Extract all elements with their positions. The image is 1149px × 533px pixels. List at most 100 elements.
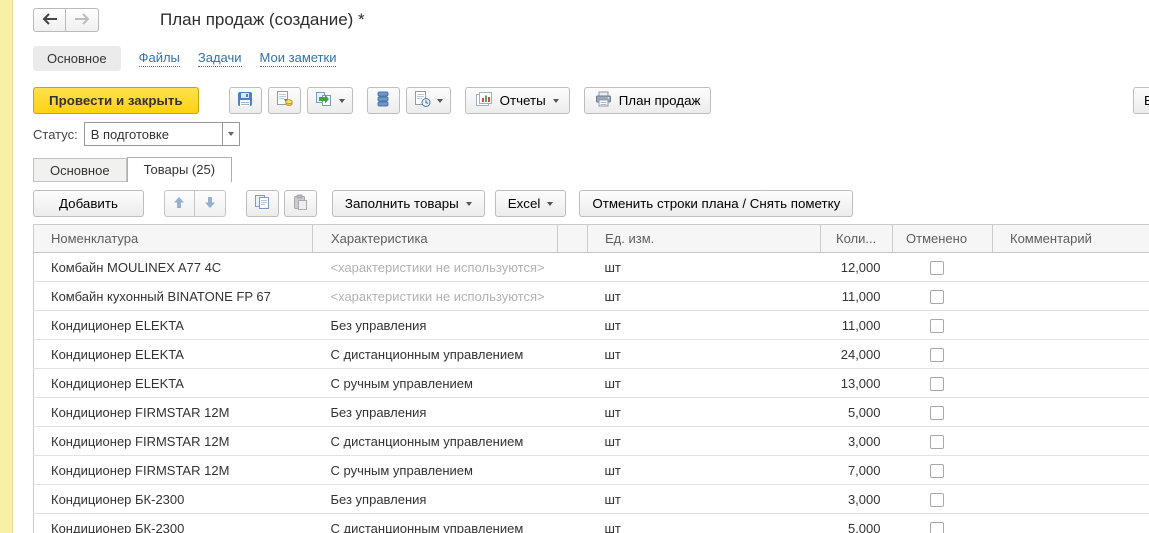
cell-quantity[interactable]: 5,000	[821, 398, 893, 427]
column-header-comment[interactable]: Комментарий	[993, 225, 1149, 253]
cell-characteristic[interactable]: <характеристики не используются>	[313, 282, 558, 311]
cell-quantity[interactable]: 3,000	[821, 485, 893, 514]
cell-unit[interactable]: шт	[588, 398, 821, 427]
copy-button[interactable]	[246, 190, 279, 217]
cancelled-checkbox[interactable]	[930, 290, 944, 304]
cell-nomenclature[interactable]: Кондиционер БК-2300	[34, 514, 313, 533]
cell-quantity[interactable]: 11,000	[821, 311, 893, 340]
column-header-unit[interactable]: Ед. изм.	[588, 225, 821, 253]
cell-comment[interactable]	[993, 485, 1149, 514]
cell-characteristic[interactable]: С ручным управлением	[313, 456, 558, 485]
table-row[interactable]: Кондиционер БК-2300 С дистанционным упра…	[34, 514, 1149, 533]
navtab-zadachi[interactable]: Задачи	[198, 50, 242, 67]
table-row[interactable]: Кондиционер FIRMSTAR 12M С ручным управл…	[34, 456, 1149, 485]
table-row[interactable]: Кондиционер FIRMSTAR 12M Без управления …	[34, 398, 1149, 427]
table-row[interactable]: Комбайн MOULINEX A77 4C <характеристики …	[34, 253, 1149, 282]
cell-nomenclature[interactable]: Кондиционер ELEKTA	[34, 369, 313, 398]
cancelled-checkbox[interactable]	[930, 406, 944, 420]
cancelled-checkbox[interactable]	[930, 464, 944, 478]
move-up-button[interactable]	[164, 190, 195, 217]
cancelled-checkbox[interactable]	[930, 319, 944, 333]
cell-unit[interactable]: шт	[588, 311, 821, 340]
table-row[interactable]: Кондиционер FIRMSTAR 12M С дистанционным…	[34, 427, 1149, 456]
cell-quantity[interactable]: 12,000	[821, 253, 893, 282]
cancelled-checkbox[interactable]	[930, 377, 944, 391]
cell-nomenclature[interactable]: Кондиционер FIRMSTAR 12M	[34, 427, 313, 456]
cell-comment[interactable]	[993, 311, 1149, 340]
cell-characteristic[interactable]: Без управления	[313, 485, 558, 514]
navtab-faily[interactable]: Файлы	[139, 50, 180, 67]
cell-comment[interactable]	[993, 427, 1149, 456]
cell-comment[interactable]	[993, 398, 1149, 427]
cell-nomenclature[interactable]: Комбайн кухонный BINATONE FP 67	[34, 282, 313, 311]
table-row[interactable]: Кондиционер ELEKTA С ручным управлением …	[34, 369, 1149, 398]
cancelled-checkbox[interactable]	[930, 435, 944, 449]
cell-quantity[interactable]: 13,000	[821, 369, 893, 398]
print-plan-button[interactable]: План продаж	[584, 87, 712, 114]
cell-nomenclature[interactable]: Кондиционер ELEKTA	[34, 340, 313, 369]
cell-quantity[interactable]: 5,000	[821, 514, 893, 533]
cell-quantity[interactable]: 7,000	[821, 456, 893, 485]
cell-characteristic[interactable]: С дистанционным управлением	[313, 514, 558, 533]
cancelled-checkbox[interactable]	[930, 522, 944, 533]
more-button[interactable]: Еще	[1133, 87, 1149, 114]
save-button[interactable]	[229, 87, 262, 114]
fill-products-button[interactable]: Заполнить товары	[332, 190, 485, 217]
navtab-moi-zametki[interactable]: Мои заметки	[260, 50, 337, 67]
paste-button[interactable]	[284, 190, 317, 217]
post-and-close-button[interactable]: Провести и закрыть	[33, 87, 199, 114]
add-row-button[interactable]: Добавить	[33, 190, 144, 217]
cell-quantity[interactable]: 11,000	[821, 282, 893, 311]
structure-button[interactable]	[367, 87, 400, 114]
cell-characteristic[interactable]: <характеристики не используются>	[313, 253, 558, 282]
cell-nomenclature[interactable]: Кондиционер FIRMSTAR 12M	[34, 398, 313, 427]
cell-unit[interactable]: шт	[588, 485, 821, 514]
cell-unit[interactable]: шт	[588, 282, 821, 311]
table-row[interactable]: Кондиционер ELEKTA Без управления шт 11,…	[34, 311, 1149, 340]
cancelled-checkbox[interactable]	[930, 261, 944, 275]
column-header-cancelled[interactable]: Отменено	[893, 225, 993, 253]
cell-quantity[interactable]: 24,000	[821, 340, 893, 369]
document-movements-button[interactable]	[406, 87, 451, 114]
cell-unit[interactable]: шт	[588, 253, 821, 282]
tab-osnovnoe[interactable]: Основное	[33, 158, 127, 182]
cell-unit[interactable]: шт	[588, 369, 821, 398]
column-header-quantity[interactable]: Коли...	[821, 225, 893, 253]
cell-comment[interactable]	[993, 456, 1149, 485]
move-down-button[interactable]	[195, 190, 226, 217]
post-document-button[interactable]	[268, 87, 301, 114]
status-dropdown[interactable]: В подготовке	[84, 122, 240, 146]
cell-comment[interactable]	[993, 340, 1149, 369]
cancelled-checkbox[interactable]	[930, 493, 944, 507]
cell-nomenclature[interactable]: Кондиционер БК-2300	[34, 485, 313, 514]
status-dropdown-button[interactable]	[222, 123, 239, 145]
table-row[interactable]: Кондиционер ELEKTA С дистанционным управ…	[34, 340, 1149, 369]
table-row[interactable]: Комбайн кухонный BINATONE FP 67 <характе…	[34, 282, 1149, 311]
cell-characteristic[interactable]: С дистанционным управлением	[313, 427, 558, 456]
table-row[interactable]: Кондиционер БК-2300 Без управления шт 3,…	[34, 485, 1149, 514]
cell-nomenclature[interactable]: Кондиционер FIRMSTAR 12M	[34, 456, 313, 485]
cell-characteristic[interactable]: Без управления	[313, 398, 558, 427]
cell-unit[interactable]: шт	[588, 456, 821, 485]
cell-comment[interactable]	[993, 282, 1149, 311]
excel-button[interactable]: Excel	[495, 190, 567, 217]
cell-characteristic[interactable]: С ручным управлением	[313, 369, 558, 398]
cell-unit[interactable]: шт	[588, 514, 821, 533]
cell-nomenclature[interactable]: Комбайн MOULINEX A77 4C	[34, 253, 313, 282]
forward-button[interactable]	[66, 8, 99, 32]
cancel-plan-rows-button[interactable]: Отменить строки плана / Снять пометку	[579, 190, 853, 217]
cancelled-checkbox[interactable]	[930, 348, 944, 362]
cell-comment[interactable]	[993, 514, 1149, 533]
cell-unit[interactable]: шт	[588, 340, 821, 369]
cell-characteristic[interactable]: С дистанционным управлением	[313, 340, 558, 369]
column-header-characteristic[interactable]: Характеристика	[313, 225, 558, 253]
cell-unit[interactable]: шт	[588, 427, 821, 456]
cell-comment[interactable]	[993, 253, 1149, 282]
cell-quantity[interactable]: 3,000	[821, 427, 893, 456]
cell-characteristic[interactable]: Без управления	[313, 311, 558, 340]
navtab-osnovnoe[interactable]: Основное	[33, 46, 121, 71]
cell-comment[interactable]	[993, 369, 1149, 398]
cell-nomenclature[interactable]: Кондиционер ELEKTA	[34, 311, 313, 340]
back-button[interactable]	[33, 8, 66, 32]
tab-tovary[interactable]: Товары (25)	[127, 157, 232, 182]
